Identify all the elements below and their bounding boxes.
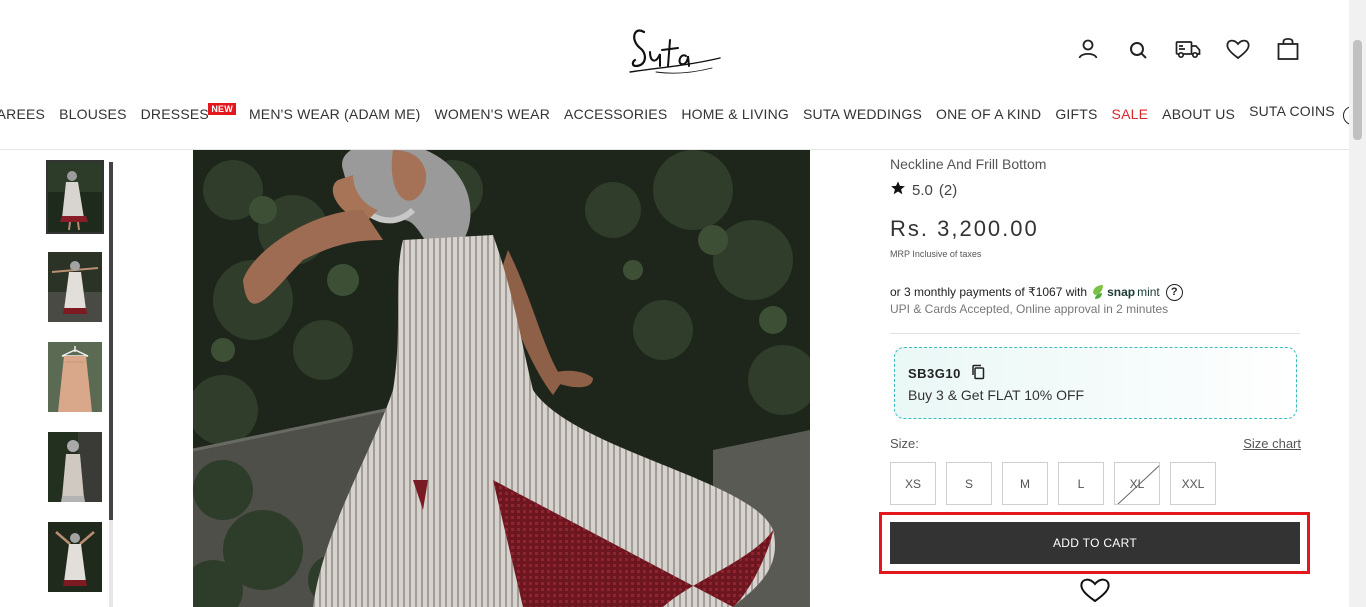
nav-item-home-living[interactable]: HOME & LIVING <box>681 106 789 122</box>
size-option-l[interactable]: L <box>1058 462 1104 505</box>
size-option-s[interactable]: S <box>946 462 992 505</box>
coupon-card[interactable]: SB3G10 Buy 3 & Get FLAT 10% OFF <box>894 347 1297 419</box>
nav-item-label: DRESSES <box>140 106 209 122</box>
main-nav: SAREES BLOUSES DRESSES NEW MEN'S WEAR (A… <box>0 103 1362 125</box>
brand-logo[interactable] <box>626 22 726 82</box>
thumbnail-2[interactable] <box>48 252 102 322</box>
site-header: SAREES BLOUSES DRESSES NEW MEN'S WEAR (A… <box>0 0 1362 150</box>
size-label: Size: <box>890 436 919 451</box>
snapmint-leaf-icon <box>1093 285 1104 299</box>
coupon-code-row: SB3G10 <box>908 364 985 383</box>
wishlist-heart-icon[interactable] <box>1079 576 1111 604</box>
emi-offer: or 3 monthly payments of ₹1067 with snap… <box>890 283 1183 301</box>
divider <box>890 333 1300 334</box>
nav-item-blouses[interactable]: BLOUSES <box>59 106 127 122</box>
bag-icon[interactable] <box>1275 36 1301 62</box>
main-product-image[interactable] <box>193 150 810 607</box>
user-icon[interactable] <box>1075 36 1101 62</box>
add-to-cart-button[interactable]: ADD TO CART <box>890 522 1300 564</box>
nav-item-dresses[interactable]: DRESSES NEW <box>140 103 236 122</box>
nav-item-mens-wear[interactable]: MEN'S WEAR (ADAM ME) <box>249 106 421 122</box>
nav-item-one-of-a-kind[interactable]: ONE OF A KIND <box>936 106 1041 122</box>
page-scrollbar[interactable] <box>1349 0 1366 607</box>
search-icon[interactable] <box>1125 36 1151 62</box>
nav-item-suta-coins[interactable]: SUTA COINS $ <box>1249 103 1362 125</box>
thumbnail-4[interactable] <box>48 432 102 502</box>
thumbnail-5[interactable] <box>48 522 102 592</box>
thumbnail-scrollbar[interactable] <box>109 162 113 607</box>
emi-text: or 3 monthly payments of ₹1067 with <box>890 285 1088 299</box>
size-option-m[interactable]: M <box>1002 462 1048 505</box>
copy-icon[interactable] <box>971 364 985 383</box>
thumbnail-1[interactable] <box>46 160 104 234</box>
coupon-description: Buy 3 & Get FLAT 10% OFF <box>908 387 1085 403</box>
size-option-xxl[interactable]: XXL <box>1170 462 1216 505</box>
thumbnail-3[interactable] <box>48 342 102 412</box>
product-title: Neckline And Frill Bottom <box>890 156 1047 172</box>
nav-item-sarees[interactable]: SAREES <box>0 106 45 122</box>
rating-value: 5.0 <box>912 181 933 199</box>
nav-item-gifts[interactable]: GIFTS <box>1055 106 1097 122</box>
size-option-xl[interactable]: XL <box>1114 462 1160 505</box>
nav-item-accessories[interactable]: ACCESSORIES <box>564 106 667 122</box>
nav-item-sale[interactable]: SALE <box>1112 106 1149 122</box>
size-options: XS S M L XL XXL <box>890 462 1216 505</box>
product-price: Rs. 3,200.00 <box>890 216 1039 241</box>
nav-item-label: SUTA COINS <box>1249 103 1335 119</box>
upi-note: UPI & Cards Accepted, Online approval in… <box>890 302 1169 316</box>
snapmint-rest: mint <box>1137 285 1160 299</box>
snapmint-bold: snap <box>1107 285 1136 299</box>
size-chart-link[interactable]: Size chart <box>1243 436 1301 451</box>
coupon-code: SB3G10 <box>908 366 961 381</box>
nav-item-womens-wear[interactable]: WOMEN'S WEAR <box>435 106 551 122</box>
new-badge: NEW <box>208 103 236 115</box>
truck-icon[interactable] <box>1175 36 1201 62</box>
mrp-note: MRP Inclusive of taxes <box>890 249 982 259</box>
product-rating[interactable]: 5.0 (2) <box>890 180 957 200</box>
rating-count: (2) <box>938 181 958 199</box>
size-option-xs[interactable]: XS <box>890 462 936 505</box>
nav-item-suta-weddings[interactable]: SUTA WEDDINGS <box>803 106 922 122</box>
heart-icon[interactable] <box>1225 36 1251 62</box>
snapmint-logo[interactable]: snap mint <box>1091 283 1160 301</box>
help-icon[interactable]: ? <box>1165 283 1183 301</box>
thumbnail-list <box>46 160 104 607</box>
star-icon <box>890 180 906 200</box>
nav-item-about-us[interactable]: ABOUT US <box>1162 106 1235 122</box>
